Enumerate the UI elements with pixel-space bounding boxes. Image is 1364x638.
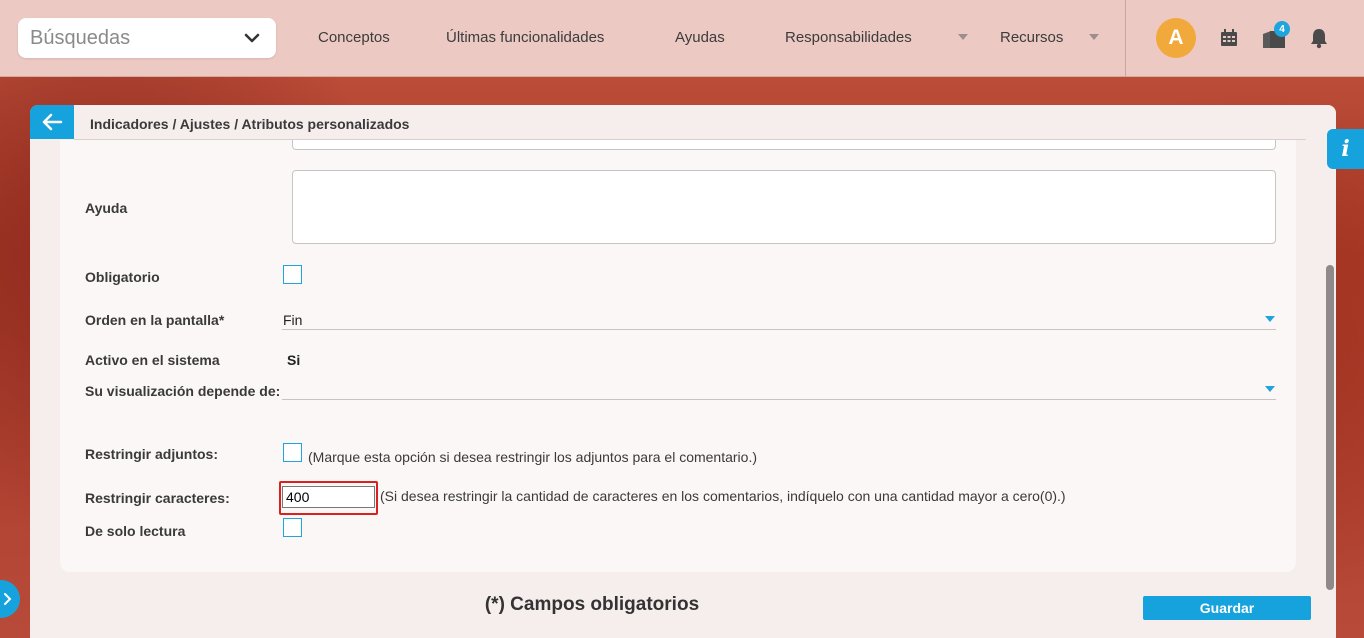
calendar-icon[interactable] [1219, 28, 1239, 48]
arrow-left-icon [42, 113, 63, 131]
chevron-right-icon [4, 593, 12, 605]
notifications-badge: 4 [1274, 21, 1290, 37]
depends-select-underline[interactable] [282, 399, 1276, 400]
nav-item-ultimas-funcionalidades[interactable]: Últimas funcionalidades [446, 29, 604, 46]
required-label: Obligatorio [85, 269, 160, 285]
active-value: Si [287, 352, 301, 368]
nav-item-conceptos[interactable]: Conceptos [318, 29, 390, 46]
previous-field-stub[interactable] [292, 140, 1276, 150]
search-select[interactable]: Búsquedas [18, 18, 276, 58]
top-bar: Búsquedas Conceptos Últimas funcionalida… [0, 0, 1364, 77]
order-select-underline [282, 329, 1276, 330]
nav-item-ayudas[interactable]: Ayudas [675, 29, 725, 46]
top-divider [1125, 0, 1126, 77]
recursos-caret-icon[interactable] [1089, 34, 1099, 40]
restrict-chars-input[interactable] [282, 486, 375, 508]
restrict-attachments-hint: (Marque esta opción si desea restringir … [308, 449, 758, 465]
order-label: Orden en la pantalla* [85, 312, 225, 328]
readonly-label: De solo lectura [85, 523, 186, 539]
scrollbar-thumb[interactable] [1326, 265, 1334, 590]
bell-icon[interactable] [1310, 27, 1328, 49]
info-tab[interactable]: i [1327, 129, 1364, 169]
restrict-attachments-label: Restringir adjuntos: [85, 446, 219, 462]
depends-select-caret-icon[interactable] [1265, 386, 1275, 392]
restrict-chars-hint: (Si desea restringir la cantidad de cara… [380, 488, 1066, 504]
help-label: Ayuda [85, 200, 128, 216]
active-label: Activo en el sistema [85, 352, 220, 368]
restrict-attachments-checkbox[interactable] [283, 443, 302, 462]
order-select-value[interactable]: Fin [283, 312, 302, 328]
nav-item-responsabilidades[interactable]: Responsabilidades [785, 29, 912, 46]
order-select-caret-icon[interactable] [1265, 316, 1275, 322]
chevron-down-icon [244, 33, 260, 43]
help-textarea[interactable] [292, 170, 1276, 244]
save-button[interactable]: Guardar [1143, 596, 1311, 620]
breadcrumb: Indicadores / Ajustes / Atributos person… [90, 116, 410, 132]
responsabilidades-caret-icon[interactable] [958, 34, 968, 40]
avatar[interactable]: A [1156, 18, 1196, 58]
back-button[interactable] [30, 105, 74, 139]
search-select-value: Búsquedas [30, 26, 131, 49]
nav-item-recursos[interactable]: Recursos [1000, 29, 1063, 46]
required-checkbox[interactable] [283, 265, 302, 284]
readonly-checkbox[interactable] [283, 518, 302, 537]
restrict-chars-label: Restringir caracteres: [85, 490, 230, 506]
depends-label: Su visualización depende de: [85, 383, 281, 399]
